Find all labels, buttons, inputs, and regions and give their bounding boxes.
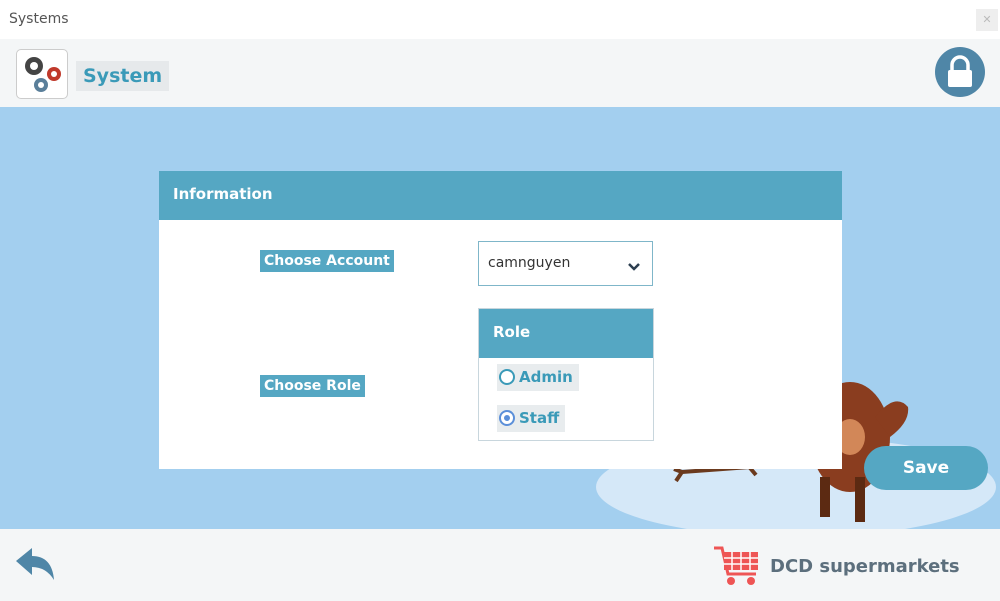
role-panel-header: Role: [479, 309, 653, 358]
lock-icon[interactable]: [935, 47, 985, 97]
shopping-cart-icon: [712, 542, 762, 592]
gears-icon: [16, 49, 68, 99]
card-header: Information: [159, 171, 842, 220]
brand-name: DCD supermarkets: [770, 556, 960, 577]
window-titlebar: Systems ✕: [0, 0, 1000, 39]
choose-role-label: Choose Role: [260, 375, 365, 397]
role-panel: Role Admin Staff: [478, 308, 654, 441]
page-title: System: [76, 61, 170, 91]
app-header: System: [0, 39, 1000, 107]
chevron-down-icon: [628, 257, 640, 276]
account-select[interactable]: camnguyen: [478, 241, 653, 286]
role-panel-title: Role: [493, 323, 531, 341]
radio-unchecked-icon[interactable]: [499, 369, 515, 385]
radio-checked-icon[interactable]: [499, 410, 515, 426]
role-option-label: Staff: [519, 409, 560, 427]
role-option-label: Admin: [519, 368, 573, 386]
back-arrow-icon[interactable]: [14, 545, 56, 587]
role-option-staff[interactable]: Staff: [497, 405, 566, 432]
close-icon[interactable]: ✕: [976, 9, 998, 31]
account-select-value: camnguyen: [488, 255, 571, 271]
save-button[interactable]: Save: [864, 446, 988, 490]
card-title: Information: [173, 185, 273, 203]
window-title: Systems: [9, 11, 69, 27]
role-option-admin[interactable]: Admin: [497, 364, 579, 391]
choose-account-label: Choose Account: [260, 250, 394, 272]
